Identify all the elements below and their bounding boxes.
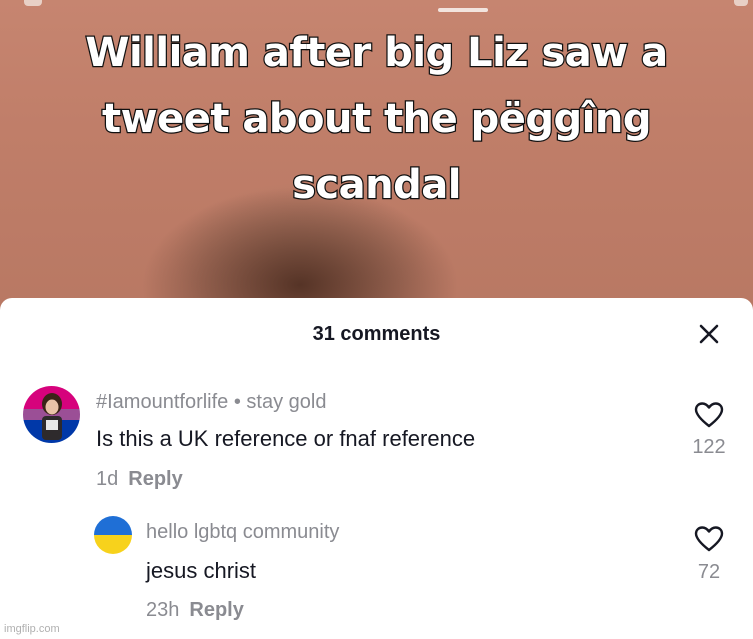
comment-meta: 23h Reply <box>146 599 244 622</box>
video-caption: William after big Liz saw a tweet about … <box>0 20 753 218</box>
comment-text: jesus christ <box>146 558 257 583</box>
comment-meta: 1d Reply <box>96 468 183 491</box>
heart-outline-icon[interactable] <box>694 401 724 429</box>
like-count: 122 <box>692 436 726 458</box>
reply-button[interactable]: Reply <box>128 468 182 490</box>
comment-time: 1d <box>96 468 119 490</box>
comment-username[interactable]: hello lgbtq community <box>146 521 339 544</box>
comments-count-title: 31 comments <box>312 323 441 345</box>
person-photo <box>42 393 62 440</box>
caption-line-2: tweet about the pëggîng <box>101 95 653 144</box>
comments-sheet: 31 comments #Iamountforlife • stay gold … <box>0 298 753 639</box>
heart-outline-icon[interactable] <box>694 525 724 553</box>
status-indicator-right <box>734 0 748 6</box>
status-indicator-left <box>24 0 42 6</box>
comment-time: 23h <box>146 599 180 621</box>
avatar[interactable] <box>94 516 132 554</box>
like-count: 72 <box>697 561 721 583</box>
avatar[interactable] <box>23 386 80 443</box>
watermark: imgflip.com <box>4 623 60 635</box>
caption-line-1: William after big Liz saw a <box>84 29 669 78</box>
reply-button[interactable]: Reply <box>189 599 243 621</box>
video-background[interactable]: William after big Liz saw a tweet about … <box>0 0 753 320</box>
drag-handle-top <box>438 8 488 12</box>
caption-line-3: scandal <box>291 161 463 210</box>
comment-text: Is this a UK reference or fnaf reference <box>96 426 476 451</box>
close-icon[interactable] <box>697 322 721 346</box>
comment-username[interactable]: #Iamountforlife • stay gold <box>96 391 326 414</box>
